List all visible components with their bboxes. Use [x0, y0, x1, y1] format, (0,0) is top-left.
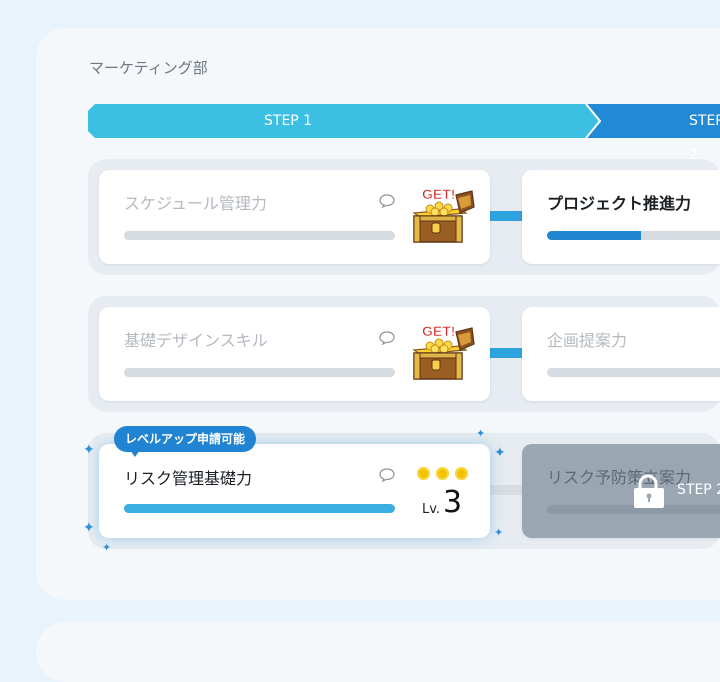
skill-progress-bar [547, 231, 720, 240]
speech-bubble-icon[interactable] [379, 468, 395, 482]
step-1-segment [88, 104, 600, 138]
sparkle-icon: ✦ [476, 427, 486, 440]
row-1-connector [489, 211, 523, 221]
coin-icon [417, 467, 430, 480]
skill-progress-fill [547, 231, 641, 240]
skill-title: リスク予防策立案力 [547, 468, 692, 487]
reward-get-text: GET! [422, 323, 455, 339]
skill-title: 企画提案力 [547, 331, 628, 350]
sparkle-icon: ✦ [83, 442, 95, 458]
reward-get-text: GET! [422, 186, 455, 202]
skill-progress-bar [124, 504, 395, 513]
skill-progress-bar [124, 368, 395, 377]
row-3-connector [489, 485, 523, 495]
skill-title: スケジュール管理力 [124, 194, 267, 213]
skill-title: 基礎デザインスキル [124, 331, 268, 350]
department-title: マーケティング部 [89, 59, 208, 77]
row-2-connector [489, 348, 523, 358]
level-value: 3 [443, 485, 463, 520]
skill-card-planning[interactable]: 企画提案力 [522, 307, 720, 401]
sparkle-icon: ✦ [83, 520, 95, 536]
skill-title: リスク管理基礎力 [124, 469, 253, 488]
coin-icon [455, 467, 468, 480]
level-up-badge-tail [130, 450, 140, 457]
level-up-badge[interactable]: レベルアップ申請可能 [114, 426, 257, 452]
step-bar-shape [88, 104, 720, 138]
skill-progress-bar [124, 231, 395, 240]
treasure-chest-icon[interactable]: GET! [410, 320, 476, 388]
sparkle-icon: ✦ [102, 541, 112, 554]
locked-step-label: STEP 2 [677, 482, 720, 498]
step-bar: STEP 1 STEP 2 [88, 104, 720, 163]
sparkle-icon: ✦ [494, 445, 506, 461]
treasure-chest-icon[interactable]: GET! [410, 183, 476, 251]
skill-card-project[interactable]: プロジェクト推進力 [522, 170, 720, 264]
lock-icon [632, 474, 666, 512]
skill-card-risk-management[interactable]: リスク管理基礎力 [99, 444, 490, 538]
skill-title: プロジェクト推進力 [547, 194, 692, 213]
skill-progress-bar [547, 368, 720, 377]
coin-icon [436, 467, 449, 480]
speech-bubble-icon[interactable] [379, 331, 395, 345]
next-panel [36, 622, 720, 682]
speech-bubble-icon[interactable] [379, 194, 395, 208]
step-1-label[interactable]: STEP 1 [264, 104, 312, 138]
step-2-label[interactable]: STEP 2 [689, 104, 720, 163]
level-label: Lv. [422, 502, 441, 517]
sparkle-icon: ✦ [494, 526, 504, 539]
